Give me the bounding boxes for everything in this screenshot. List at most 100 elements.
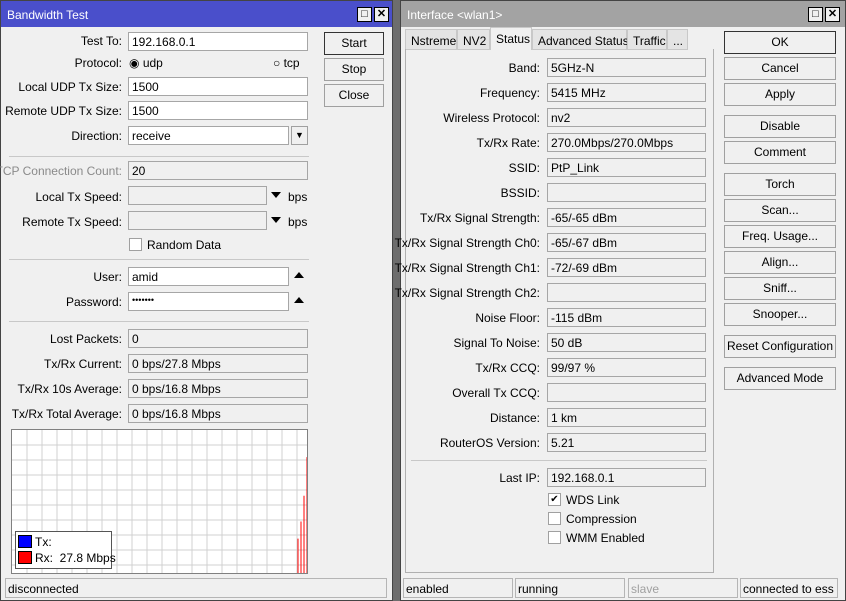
- field-label: Tx/Rx Rate:: [476, 136, 540, 150]
- test-to-label: Test To:: [80, 34, 122, 48]
- tcp-count-input: 20: [128, 161, 308, 180]
- comment-button[interactable]: Comment: [724, 141, 836, 164]
- field-value: 1 km: [547, 408, 706, 427]
- stop-button[interactable]: Stop: [324, 58, 384, 81]
- local-speed-dropdown-icon[interactable]: [271, 192, 281, 198]
- status-bar: disconnected: [5, 578, 387, 598]
- tab-traffic[interactable]: Traffic: [627, 29, 667, 50]
- remote-tx-speed-input[interactable]: [128, 211, 267, 230]
- apply-button[interactable]: Apply: [724, 83, 836, 106]
- field-value: 5.21: [547, 433, 706, 452]
- compression-checkbox[interactable]: [548, 512, 561, 525]
- sniff-button[interactable]: Sniff...: [724, 277, 836, 300]
- title-bar[interactable]: Interface <wlan1>: [401, 1, 845, 27]
- direction-label: Direction:: [71, 129, 122, 143]
- tcp-label: tcp: [283, 56, 300, 70]
- tab-status[interactable]: Status: [490, 27, 532, 50]
- torch-button[interactable]: Torch: [724, 173, 836, 196]
- advanced-mode-button[interactable]: Advanced Mode: [724, 367, 836, 390]
- field-value: -65/-67 dBm: [547, 233, 706, 252]
- field-value: [547, 283, 706, 302]
- divider: [9, 156, 309, 157]
- bandwidth-test-window: Bandwidth Test □ ✕ Start Stop Close Test…: [0, 0, 393, 601]
- field-label: Signal To Noise:: [453, 336, 541, 350]
- random-data-checkbox[interactable]: [129, 238, 142, 251]
- maximize-button[interactable]: □: [357, 7, 372, 22]
- freq-usage-button[interactable]: Freq. Usage...: [724, 225, 836, 248]
- remote-speed-unit: bps: [288, 215, 308, 229]
- user-input[interactable]: amid: [128, 267, 289, 286]
- field-label: BSSID:: [500, 186, 540, 200]
- wds-link-checkbox[interactable]: ✔: [548, 493, 561, 506]
- field-label: Overall Tx CCQ:: [452, 386, 540, 400]
- protocol-tcp-radio[interactable]: ○ tcp: [273, 56, 300, 70]
- field-value: PtP_Link: [547, 158, 706, 177]
- field-value: -115 dBm: [547, 308, 706, 327]
- direction-dropdown-button[interactable]: ▼: [291, 126, 308, 145]
- remote-udp-input[interactable]: 1500: [128, 101, 308, 120]
- disable-button[interactable]: Disable: [724, 115, 836, 138]
- local-tx-speed-label: Local Tx Speed:: [35, 190, 122, 204]
- checkbox-label: WDS Link: [566, 493, 620, 507]
- scan-button[interactable]: Scan...: [724, 199, 836, 222]
- test-to-input[interactable]: 192.168.0.1: [128, 32, 308, 51]
- field-label: SSID:: [508, 161, 540, 175]
- divider: [411, 460, 707, 461]
- user-collapse-icon[interactable]: [294, 272, 304, 278]
- wmm-enabled-checkbox[interactable]: [548, 531, 561, 544]
- cancel-button[interactable]: Cancel: [724, 57, 836, 80]
- password-input[interactable]: •••••••: [128, 292, 289, 311]
- stat-label: Tx/Rx Total Average:: [11, 407, 122, 421]
- last-ip-value: 192.168.0.1: [547, 468, 706, 487]
- stat-value: 0 bps/27.8 Mbps: [128, 354, 308, 373]
- field-value: [547, 383, 706, 402]
- close-window-button[interactable]: ✕: [374, 7, 389, 22]
- protocol-udp-radio[interactable]: ◉ udp: [129, 56, 163, 70]
- field-value: 5GHz-N: [547, 58, 706, 77]
- remote-speed-dropdown-icon[interactable]: [271, 217, 281, 223]
- local-udp-input[interactable]: 1500: [128, 77, 308, 96]
- stat-label: Tx/Rx Current:: [43, 357, 122, 371]
- start-button[interactable]: Start: [324, 32, 384, 55]
- status-cell: slave: [628, 578, 738, 598]
- close-button[interactable]: Close: [324, 84, 384, 107]
- snooper-button[interactable]: Snooper...: [724, 303, 836, 326]
- local-speed-unit: bps: [288, 190, 308, 204]
- rx-legend-label: Rx: 27.8 Mbps: [35, 551, 116, 565]
- password-collapse-icon[interactable]: [294, 297, 304, 303]
- stat-value: 0: [128, 329, 308, 348]
- maximize-button[interactable]: □: [808, 7, 823, 22]
- status-cell: connected to ess: [740, 578, 838, 598]
- field-label: RouterOS Version:: [439, 436, 540, 450]
- align-button[interactable]: Align...: [724, 251, 836, 274]
- close-window-button[interactable]: ✕: [825, 7, 840, 22]
- field-value: 5415 MHz: [547, 83, 706, 102]
- local-tx-speed-input[interactable]: [128, 186, 267, 205]
- local-udp-label: Local UDP Tx Size:: [18, 80, 122, 94]
- tab-nstreme[interactable]: Nstreme: [405, 29, 457, 50]
- user-label: User:: [93, 270, 122, 284]
- field-label: Tx/Rx Signal Strength:: [419, 211, 540, 225]
- tab-nv2[interactable]: NV2: [457, 29, 490, 50]
- field-value: 99/97 %: [547, 358, 706, 377]
- direction-select[interactable]: receive: [128, 126, 289, 145]
- divider: [9, 321, 309, 322]
- field-label: Tx/Rx Signal Strength Ch0:: [394, 236, 540, 250]
- title-bar[interactable]: Bandwidth Test: [1, 1, 392, 27]
- field-value: -72/-69 dBm: [547, 258, 706, 277]
- tab-advanced-status[interactable]: Advanced Status: [532, 29, 629, 50]
- reset-configuration-button[interactable]: Reset Configuration: [724, 335, 836, 358]
- field-label: Band:: [508, 61, 540, 75]
- udp-label: udp: [142, 56, 163, 70]
- remote-udp-label: Remote UDP Tx Size:: [5, 104, 122, 118]
- ok-button[interactable]: OK: [724, 31, 836, 54]
- field-label: Tx/Rx Signal Strength Ch2:: [394, 286, 540, 300]
- tab-[interactable]: ...: [667, 29, 688, 50]
- status-cell: running: [515, 578, 625, 598]
- password-label: Password:: [65, 295, 122, 309]
- checkbox-label: WMM Enabled: [566, 531, 645, 545]
- random-data-label: Random Data: [147, 238, 222, 252]
- last-ip-label: Last IP:: [499, 471, 540, 485]
- stat-label: Tx/Rx 10s Average:: [17, 382, 123, 396]
- field-value: nv2: [547, 108, 706, 127]
